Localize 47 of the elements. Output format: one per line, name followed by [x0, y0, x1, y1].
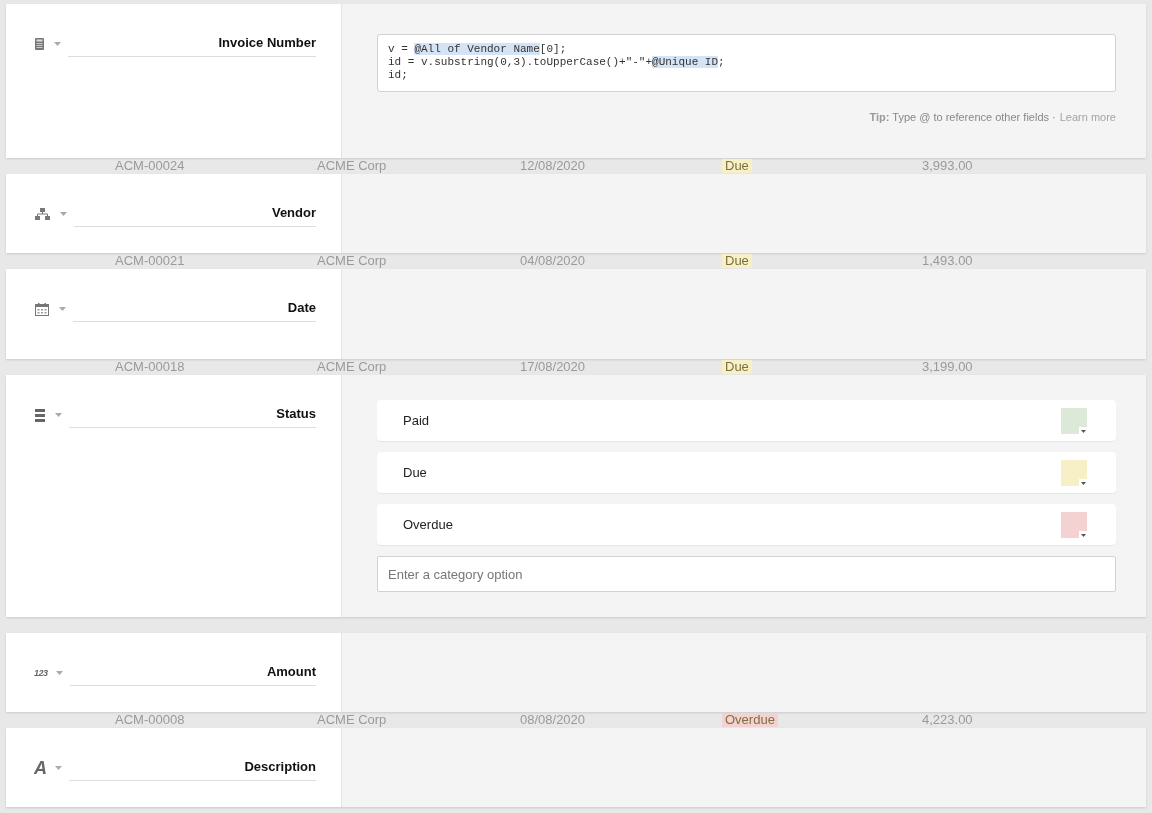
table-cell: 17/08/2020: [520, 360, 586, 374]
caret-icon[interactable]: [1079, 478, 1088, 487]
table-cell: ACM-00024: [115, 159, 185, 173]
table-cell: 08/08/2020: [520, 713, 586, 727]
field-type-icon[interactable]: 123: [34, 668, 48, 678]
code-line: id;: [388, 69, 409, 82]
table-cell: ACME Corp: [317, 159, 387, 173]
calendar-icon[interactable]: [35, 302, 49, 316]
code-line: id = v.substring(0,3).toUpperCase()+"-"+@Unique ID;: [388, 56, 726, 69]
hierarchy-icon[interactable]: [35, 208, 50, 220]
option-label: Overdue: [403, 517, 453, 532]
calculator-icon[interactable]: [35, 38, 44, 50]
field-name-input[interactable]: Description: [69, 755, 316, 781]
category-option[interactable]: Paid: [377, 400, 1116, 441]
table-cell: ACME Corp: [317, 254, 387, 268]
option-label: Due: [403, 465, 427, 480]
new-option-field[interactable]: Enter a category option: [377, 556, 1116, 592]
color-swatch[interactable]: [1061, 407, 1087, 434]
field-name-input[interactable]: Invoice Number: [68, 31, 316, 57]
table-cell: ACM-00021: [115, 254, 185, 268]
table-cell: ACM-00008: [115, 713, 185, 727]
status-tag: Due: [722, 159, 752, 173]
table-cell: 3,993.00: [922, 159, 973, 173]
table-cell: ACM-00018: [115, 360, 185, 374]
color-swatch[interactable]: [1061, 459, 1087, 486]
field-name-input[interactable]: Amount: [69, 660, 316, 686]
field-type-icon[interactable]: A: [34, 757, 47, 779]
table-cell: ACME Corp: [317, 713, 387, 727]
status-tag: Overdue: [722, 713, 778, 727]
table-cell: 1,493.00: [922, 254, 973, 268]
status-tag: Due: [722, 360, 752, 374]
list-icon[interactable]: [35, 408, 45, 422]
table-cell: ACME Corp: [317, 360, 387, 374]
table-cell: 12/08/2020: [520, 159, 586, 173]
tip-text: Tip: Type @ to reference other fields ·: [869, 111, 1056, 123]
color-swatch[interactable]: [1061, 511, 1087, 538]
field-name-input[interactable]: Status: [69, 402, 316, 428]
category-option[interactable]: Overdue: [377, 504, 1116, 545]
caret-icon[interactable]: [1079, 530, 1088, 539]
table-cell: 4,223.00: [922, 713, 973, 727]
caret-icon[interactable]: [1079, 426, 1088, 435]
table-cell: 04/08/2020: [520, 254, 586, 268]
option-label: Paid: [403, 413, 430, 428]
category-option[interactable]: Due: [377, 452, 1116, 493]
formula-editor[interactable]: v = @All of Vendor Name[0]; id = v.substring(0,3).toUpperCase()+"-"+@Unique ID; id;: [377, 34, 1116, 92]
table-cell: 3,199.00: [922, 360, 973, 374]
status-tag: Due: [722, 254, 752, 268]
